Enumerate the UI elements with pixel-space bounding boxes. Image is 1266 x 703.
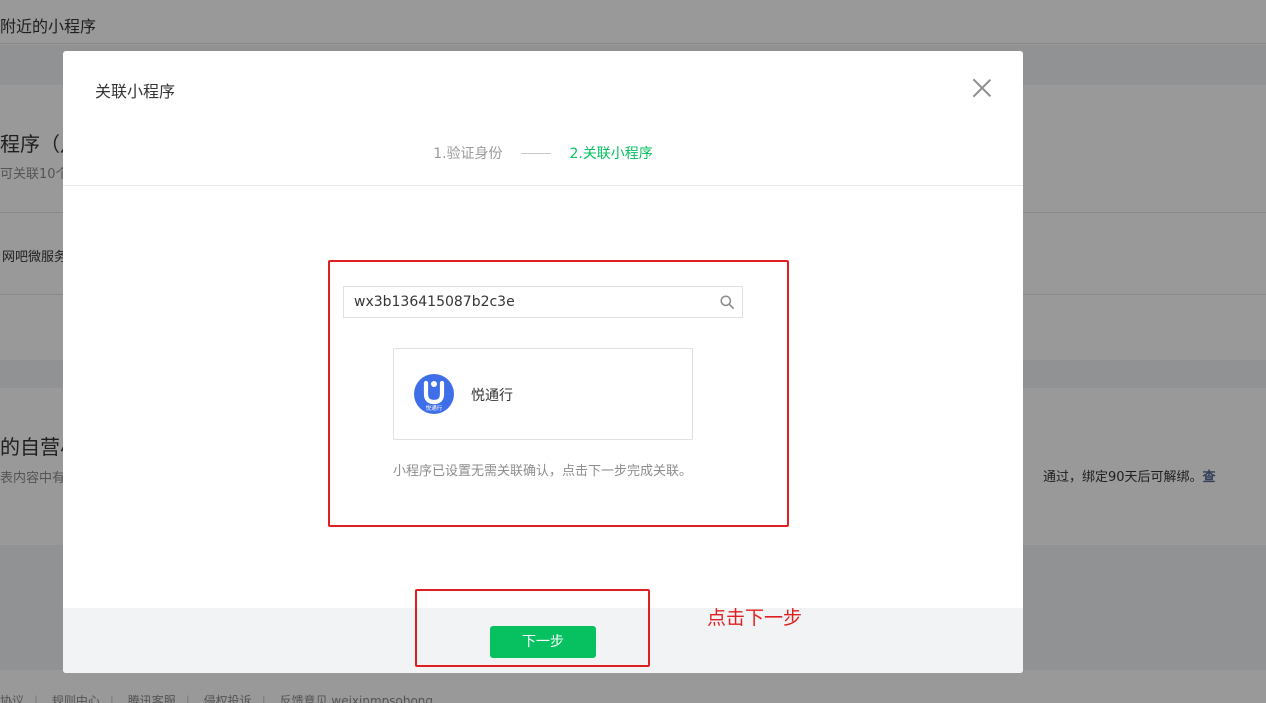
dialog-title: 关联小程序 [95, 82, 176, 101]
step-connector [521, 152, 551, 154]
annotation-highlight-box [328, 260, 789, 527]
divider [63, 185, 1023, 186]
step-indicator: 1.验证身份 2.关联小程序 [63, 143, 1023, 163]
annotation-highlight-box [415, 589, 650, 667]
close-icon[interactable] [970, 76, 994, 100]
step-link-miniprogram: 2.关联小程序 [569, 146, 653, 162]
annotation-label: 点击下一步 [707, 607, 803, 629]
step-verify-identity: 1.验证身份 [433, 146, 503, 162]
